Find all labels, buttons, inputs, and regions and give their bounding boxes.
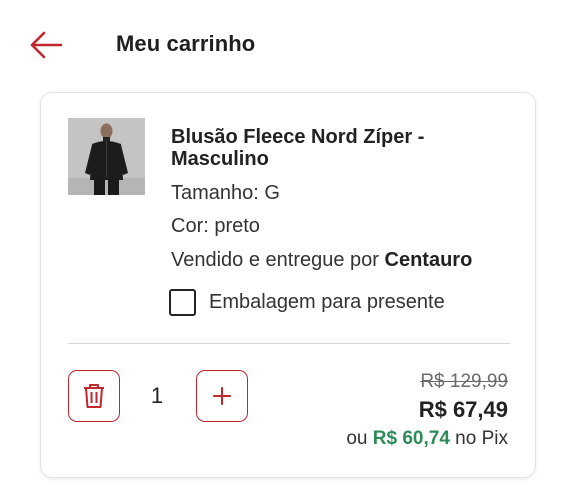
arrow-left-icon — [30, 31, 63, 59]
pix-prefix: ou — [346, 428, 373, 449]
pix-suffix: no Pix — [449, 428, 508, 449]
quantity-value: 1 — [150, 383, 164, 408]
product-image[interactable] — [68, 118, 145, 195]
product-name[interactable]: Blusão Fleece Nord Zíper - Masculino — [171, 126, 511, 170]
back-button[interactable] — [28, 30, 64, 60]
increase-quantity-button[interactable] — [196, 370, 248, 422]
pix-price: R$ 60,74 — [372, 428, 450, 449]
gift-wrap-checkbox[interactable] — [169, 289, 196, 316]
trash-icon — [84, 384, 104, 408]
divider — [68, 343, 510, 344]
pix-price-line: ou R$ 60,74 no Pix — [346, 428, 508, 450]
seller-prefix: Vendido e entregue por — [171, 249, 385, 271]
page-title: Meu carrinho — [116, 31, 256, 56]
plus-icon — [213, 387, 231, 405]
remove-item-button[interactable] — [68, 370, 120, 422]
gift-wrap-label[interactable]: Embalagem para presente — [209, 291, 445, 314]
original-price: R$ 129,99 — [420, 371, 508, 392]
seller-info: Vendido e entregue por Centauro — [171, 248, 472, 272]
cart-item-card: Blusão Fleece Nord Zíper - Masculino Tam… — [40, 92, 536, 478]
product-color: Cor: preto — [171, 215, 260, 237]
gift-wrap-option[interactable]: Embalagem para presente — [169, 289, 445, 316]
current-price: R$ 67,49 — [418, 397, 508, 422]
header: Meu carrinho — [0, 0, 576, 92]
seller-name: Centauro — [384, 249, 473, 271]
product-size: Tamanho: G — [171, 182, 280, 204]
